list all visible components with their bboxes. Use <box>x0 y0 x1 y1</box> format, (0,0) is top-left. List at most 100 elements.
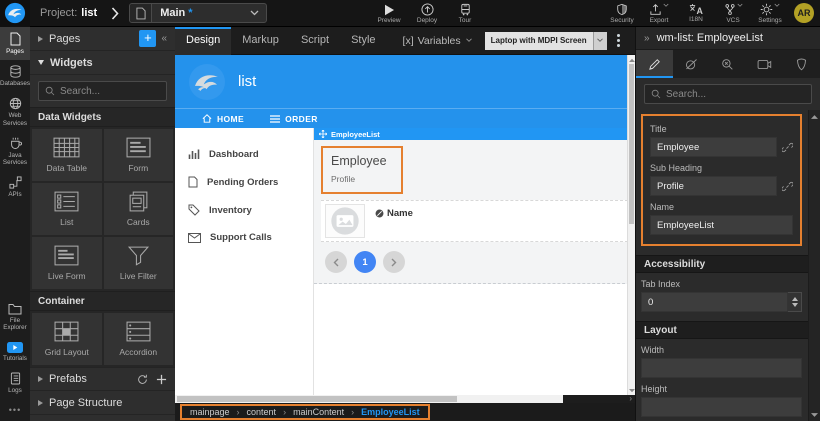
properties-search-input[interactable] <box>666 89 805 100</box>
number-stepper[interactable] <box>788 292 802 312</box>
tab-security-shape[interactable] <box>783 50 820 78</box>
list-title-highlight-box[interactable]: Employee Profile <box>321 146 403 194</box>
page-structure-header-label: Page Structure <box>49 397 122 409</box>
tab-script[interactable]: Script <box>290 27 340 55</box>
pages-section-header[interactable]: Pages + « <box>30 27 175 51</box>
scroll-up-icon[interactable] <box>809 110 820 122</box>
sidenav-pending-orders[interactable]: Pending Orders <box>175 168 313 196</box>
tab-index-input[interactable] <box>641 292 788 312</box>
stepper-up-icon[interactable] <box>792 297 798 301</box>
widget-search-input[interactable] <box>60 86 160 97</box>
widgets-header-label: Widgets <box>50 57 93 69</box>
preview-button[interactable]: Preview <box>376 4 402 24</box>
page-selector-dropdown[interactable]: Main * <box>129 3 267 23</box>
tab-design[interactable]: Design <box>175 27 231 55</box>
widgets-section-header[interactable]: Widgets <box>30 51 175 75</box>
sidenav-inventory[interactable]: Inventory <box>175 196 313 224</box>
canvas-horizontal-scrollbar[interactable]: › <box>175 395 635 403</box>
tab-device[interactable] <box>746 50 783 78</box>
export-label: Export <box>650 17 669 24</box>
widget-live-filter[interactable]: Live Filter <box>104 237 174 289</box>
width-field-input[interactable] <box>641 358 802 378</box>
security-button[interactable]: Security <box>609 3 635 24</box>
breadcrumb-employeelist[interactable]: EmployeeList <box>361 407 420 417</box>
tab-style[interactable]: Style <box>340 27 386 55</box>
hscroll-thumb[interactable] <box>177 396 457 402</box>
wavemaker-logo[interactable] <box>0 0 30 27</box>
live-filter-icon <box>127 245 150 266</box>
name-field-input[interactable] <box>650 215 793 235</box>
more-menu-icon[interactable] <box>617 34 620 47</box>
breadcrumb-bar: mainpage › content › mainContent › Emplo… <box>175 403 635 421</box>
list-widget-zone[interactable]: Employee Profile Name <box>314 140 635 284</box>
widget-cards[interactable]: Cards <box>104 183 174 235</box>
scroll-down-icon[interactable] <box>809 409 820 421</box>
breadcrumb-maincontent[interactable]: mainContent <box>293 407 344 417</box>
tab-markup-search[interactable] <box>710 50 747 78</box>
sidebar-item-file-explorer[interactable]: File Explorer <box>0 298 30 336</box>
height-field-input[interactable] <box>641 397 802 417</box>
bind-link-icon[interactable] <box>782 181 793 192</box>
bind-link-icon[interactable] <box>782 142 793 153</box>
tour-button[interactable]: Tour <box>452 3 478 24</box>
widget-form[interactable]: Form <box>104 129 174 181</box>
stepper-down-icon[interactable] <box>792 303 798 307</box>
variables-dropdown[interactable]: [x] Variables <box>403 35 473 47</box>
pagination-prev-button[interactable] <box>325 251 347 273</box>
list-item-template[interactable]: Name <box>321 200 628 242</box>
device-selector-dropdown[interactable]: Laptop with MDPI Screen <box>485 32 607 50</box>
sidebar-item-databases[interactable]: Databases <box>0 60 30 92</box>
i18n-button[interactable]: A I18N <box>683 3 709 23</box>
sidebar-item-tutorials[interactable]: Tutorials <box>0 337 30 367</box>
deploy-button[interactable]: Deploy <box>414 3 440 24</box>
prefabs-section-header[interactable]: Prefabs <box>30 367 175 391</box>
page-structure-section-header[interactable]: Page Structure <box>30 391 175 415</box>
pagination-page-1[interactable]: 1 <box>354 251 376 273</box>
pagination-next-button[interactable] <box>383 251 405 273</box>
collapse-panel-icon[interactable]: » <box>644 33 650 44</box>
export-button[interactable]: Export <box>646 3 672 24</box>
nav-home[interactable]: HOME <box>202 114 244 124</box>
sidebar-item-web-services[interactable]: Web Services <box>0 92 30 131</box>
sidebar-label: Databases <box>0 80 30 87</box>
widget-accordion[interactable]: Accordion <box>104 313 174 365</box>
tab-styles[interactable] <box>673 50 710 78</box>
sidenav-support-calls[interactable]: Support Calls <box>175 224 313 251</box>
widget-data-table[interactable]: Data Table <box>32 129 102 181</box>
sidebar-item-apis[interactable]: APIs <box>0 171 30 203</box>
hscroll-end-icon[interactable]: › <box>629 394 632 403</box>
sidenav-label: Inventory <box>209 205 252 216</box>
add-prefab-icon[interactable] <box>156 374 167 385</box>
scroll-up-icon[interactable] <box>628 55 635 64</box>
subheading-field-input[interactable] <box>650 176 777 196</box>
selected-widget-tag[interactable]: EmployeeList <box>314 128 635 140</box>
breadcrumb-content[interactable]: content <box>247 407 277 417</box>
collapse-panel-icon[interactable]: « <box>161 33 167 44</box>
accessibility-section-header[interactable]: Accessibility <box>636 255 820 273</box>
user-avatar[interactable]: AR <box>794 3 814 23</box>
layout-section-header[interactable]: Layout <box>636 321 820 339</box>
widget-list[interactable]: List <box>32 183 102 235</box>
add-page-button[interactable]: + <box>139 30 156 47</box>
refresh-icon[interactable] <box>137 374 148 385</box>
pencil-icon <box>648 58 661 71</box>
tab-markup[interactable]: Markup <box>231 27 290 55</box>
sidebar-item-pages[interactable]: Pages <box>0 27 30 60</box>
properties-vertical-scrollbar[interactable] <box>808 110 820 421</box>
tab-properties[interactable] <box>636 50 673 78</box>
canvas-vertical-scrollbar[interactable] <box>627 55 635 395</box>
container-widgets-grid: Grid Layout Accordion <box>30 311 175 367</box>
widget-live-form[interactable]: Live Form <box>32 237 102 289</box>
sidebar-item-java-services[interactable]: Java Services <box>0 132 30 171</box>
nav-order[interactable]: ORDER <box>270 114 318 124</box>
sidenav-dashboard[interactable]: Dashboard <box>175 140 313 168</box>
more-options-icon[interactable]: ••• <box>0 399 30 421</box>
hscroll-track[interactable] <box>175 395 563 403</box>
breadcrumb-mainpage[interactable]: mainpage <box>190 407 230 417</box>
title-field-input[interactable] <box>650 137 777 157</box>
vcs-button[interactable]: VCS <box>720 3 746 24</box>
sidebar-item-logs[interactable]: Logs <box>0 367 30 399</box>
widget-grid-layout[interactable]: Grid Layout <box>32 313 102 365</box>
settings-button[interactable]: Settings <box>757 3 783 24</box>
scrollbar-thumb[interactable] <box>629 64 634 224</box>
